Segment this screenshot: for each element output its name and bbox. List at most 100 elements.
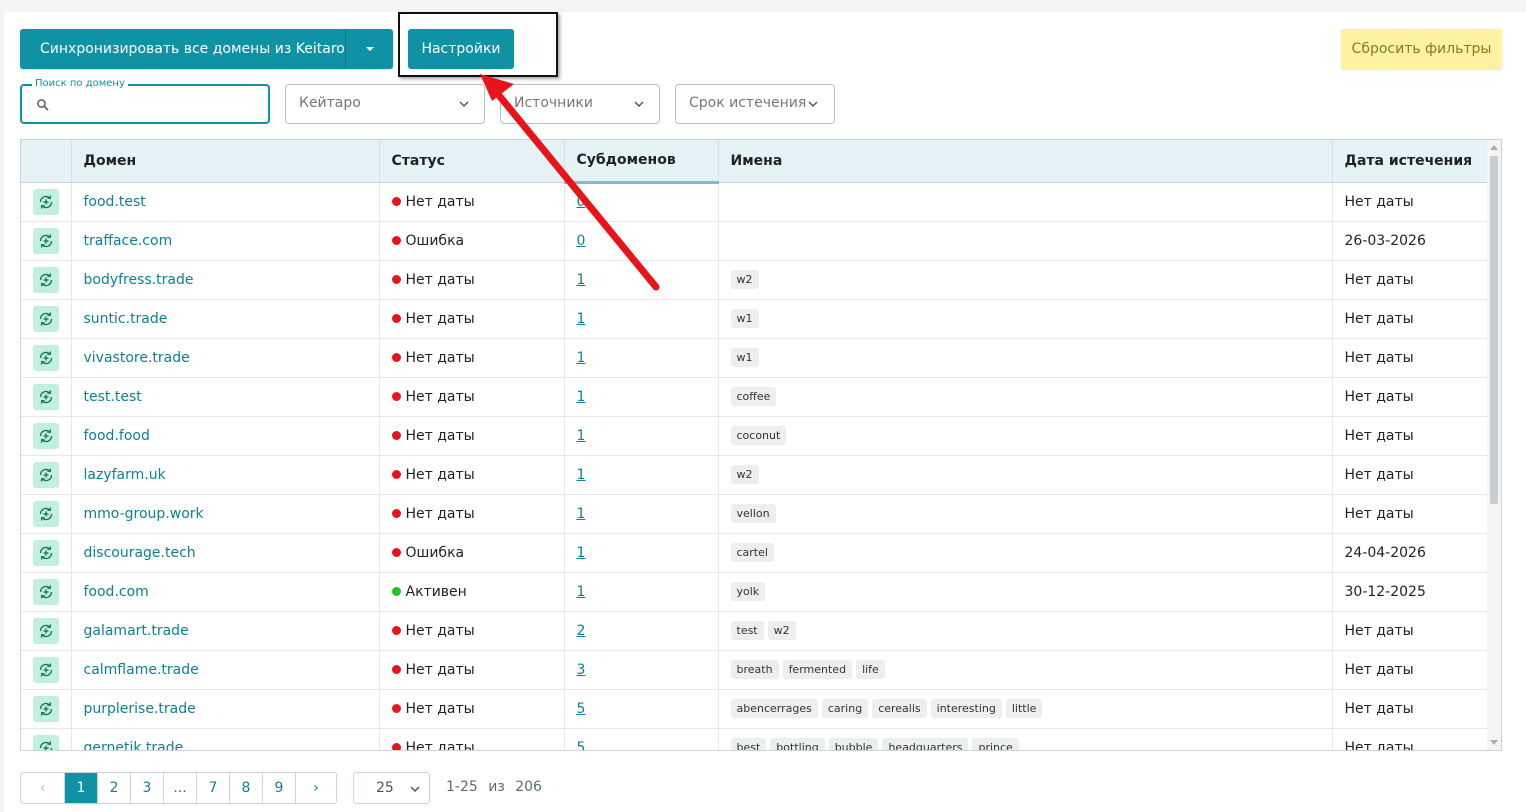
sync-icon (39, 623, 53, 638)
table-row: food.com Активен 1 yolk 30-12-2025 (21, 572, 1488, 612)
prev-page-button[interactable]: ‹ (21, 773, 65, 803)
domain-search-field[interactable]: Поиск по домену (20, 77, 270, 124)
subdomains-count-link[interactable]: 1 (577, 311, 586, 327)
domain-link[interactable]: food.com (84, 584, 149, 600)
subdomains-count-link[interactable]: 1 (577, 389, 586, 405)
status-cell: Активен (379, 572, 565, 612)
header-expiry[interactable]: Дата истечения (1332, 140, 1488, 183)
sync-domain-button[interactable] (33, 656, 59, 683)
status-dot-icon (391, 274, 401, 284)
scroll-down-arrow-icon[interactable] (1490, 740, 1498, 745)
keitaro-filter-select[interactable]: Кейтаро (285, 84, 485, 124)
domain-link[interactable]: lazyfarm.uk (84, 467, 166, 483)
sources-filter-select[interactable]: Источники (500, 84, 660, 124)
name-tag: interesting (930, 699, 1002, 718)
subdomains-count-link[interactable]: 1 (577, 506, 586, 522)
subdomains-count-link[interactable]: 0 (577, 233, 586, 249)
domain-link[interactable]: trafface.com (84, 233, 173, 249)
name-tag: w1 (730, 348, 759, 367)
subdomains-cell: 1 (564, 338, 719, 378)
sync-domain-button[interactable] (33, 617, 59, 644)
sync-icon (39, 272, 53, 287)
sync-domain-button[interactable] (33, 344, 59, 371)
page-button[interactable]: 9 (263, 773, 296, 803)
domain-link[interactable]: food.test (84, 194, 146, 210)
scrollbar-thumb[interactable] (1490, 156, 1498, 504)
sync-domain-button[interactable] (33, 539, 59, 566)
reset-filters-button[interactable]: Сбросить фильтры (1341, 29, 1502, 69)
next-page-button[interactable]: › (296, 773, 336, 803)
domain-link[interactable]: purplerise.trade (84, 701, 196, 717)
page-button[interactable]: 8 (230, 773, 263, 803)
subdomains-count-link[interactable]: 2 (577, 623, 586, 639)
subdomains-count-link[interactable]: 1 (577, 545, 586, 561)
status-dot-icon (391, 547, 401, 557)
header-status[interactable]: Статус (379, 140, 565, 183)
header-subdomains[interactable]: Субдоменов (564, 140, 719, 184)
page-button[interactable]: ... (164, 773, 197, 803)
domain-link[interactable]: galamart.trade (84, 623, 189, 639)
table-row: gernetik.trade Нет даты 5 best bottling bubbl… (21, 728, 1488, 751)
sync-domain-button[interactable] (33, 227, 59, 254)
name-tag: abencerrages (730, 699, 818, 718)
expiry-cell: 26-03-2026 (1332, 221, 1488, 261)
table-row: test.test Нет даты 1 coffee Нет даты (21, 377, 1488, 417)
sync-options-dropdown-button[interactable] (345, 29, 393, 69)
per-page-select[interactable]: 25 (353, 772, 430, 804)
table-scrollbar[interactable] (1487, 140, 1501, 750)
header-names[interactable]: Имена (718, 140, 1333, 183)
name-tag: w2 (767, 621, 796, 640)
subdomains-count-link[interactable]: 1 (577, 350, 586, 366)
status-cell: Нет даты (379, 611, 565, 651)
subdomains-count-link[interactable]: 1 (577, 272, 586, 288)
domain-link[interactable]: mmo-group.work (84, 506, 204, 522)
sync-domain-button[interactable] (33, 578, 59, 605)
subdomains-count-link[interactable]: 1 (577, 428, 586, 444)
sync-all-domains-button[interactable]: Синхронизировать все домены из Keitaro (20, 29, 345, 69)
page-button[interactable]: 1 (65, 773, 98, 803)
domain-link[interactable]: vivastore.trade (84, 350, 190, 366)
subdomains-count-link[interactable]: 0 (577, 194, 586, 210)
domain-link[interactable]: suntic.trade (84, 311, 168, 327)
page-button[interactable]: 3 (131, 773, 164, 803)
status-dot-icon (391, 196, 401, 206)
name-tag: w1 (730, 309, 759, 328)
expiry-cell: 24-04-2026 (1332, 533, 1488, 573)
sync-domain-button[interactable] (33, 305, 59, 332)
sync-domain-button[interactable] (33, 695, 59, 722)
expiry-filter-select[interactable]: Срок истечения (675, 84, 835, 124)
status-cell: Ошибка (379, 221, 565, 261)
sync-domain-button[interactable] (33, 383, 59, 410)
scroll-up-arrow-icon[interactable] (1490, 145, 1498, 150)
domain-link[interactable]: discourage.tech (84, 545, 196, 561)
sync-domain-button[interactable] (33, 500, 59, 527)
subdomains-count-link[interactable]: 1 (577, 467, 586, 483)
sync-domain-button[interactable] (33, 266, 59, 293)
name-tag: bubble (828, 738, 879, 750)
subdomains-count-link[interactable]: 1 (577, 584, 586, 600)
sync-domain-button[interactable] (33, 461, 59, 488)
sync-domain-button[interactable] (33, 734, 59, 750)
table-row: food.food Нет даты 1 coconut Нет даты (21, 416, 1488, 456)
search-input[interactable] (56, 92, 256, 116)
page-button[interactable]: 2 (98, 773, 131, 803)
domain-cell: discourage.tech (71, 533, 380, 573)
sync-domain-button[interactable] (33, 422, 59, 449)
subdomains-count-link[interactable]: 3 (577, 662, 586, 678)
subdomains-cell: 0 (564, 182, 719, 222)
settings-button[interactable]: Настройки (408, 29, 514, 69)
sync-domain-button[interactable] (33, 188, 59, 215)
status-text: Нет даты (405, 310, 475, 327)
subdomains-count-link[interactable]: 5 (577, 740, 586, 751)
subdomains-cell: 1 (564, 533, 719, 573)
domain-link[interactable]: test.test (84, 389, 142, 405)
status-text: Нет даты (405, 700, 475, 717)
domain-link[interactable]: gernetik.trade (84, 740, 184, 751)
subdomains-count-link[interactable]: 5 (577, 701, 586, 717)
domain-link[interactable]: bodyfress.trade (84, 272, 194, 288)
domain-link[interactable]: calmflame.trade (84, 662, 199, 678)
name-tag: test (730, 621, 764, 640)
domain-link[interactable]: food.food (84, 428, 150, 444)
page-button[interactable]: 7 (197, 773, 230, 803)
header-domain[interactable]: Домен (71, 140, 380, 183)
